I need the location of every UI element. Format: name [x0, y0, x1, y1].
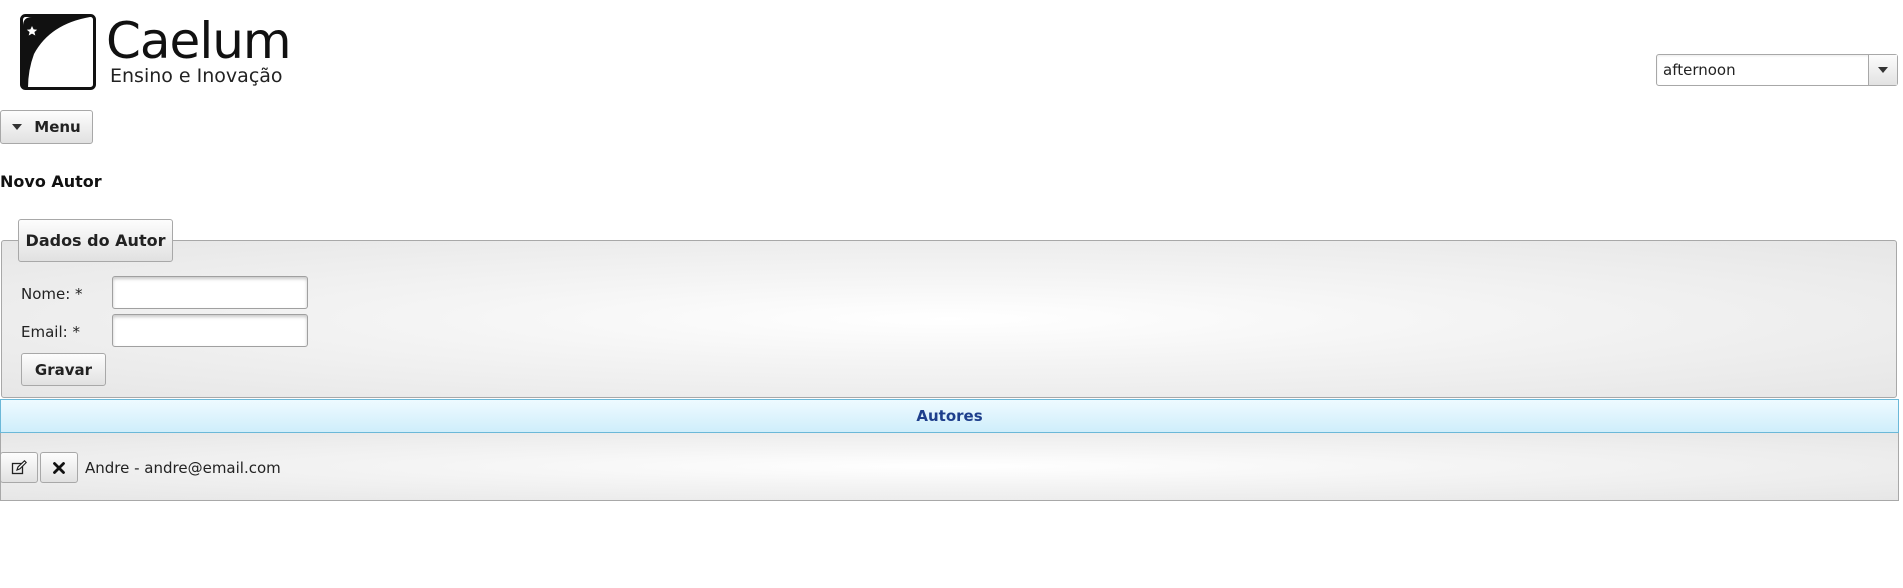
- caelum-logo-mark-icon: [20, 14, 96, 90]
- email-label: Email: *: [21, 323, 80, 341]
- edit-icon: [11, 459, 27, 474]
- logo-tagline: Ensino e Inovação: [110, 65, 283, 87]
- autores-panel-body: [0, 433, 1899, 501]
- nome-input[interactable]: [112, 276, 308, 309]
- fieldset-legend-toggle[interactable]: Dados do Autor: [18, 219, 173, 262]
- delete-author-button[interactable]: [40, 452, 78, 483]
- theme-select[interactable]: afternoon: [1656, 54, 1898, 86]
- menu-button-label: Menu: [34, 118, 81, 136]
- caelum-logo: Caelum Ensino e Inovação: [20, 12, 292, 90]
- nome-label: Nome: *: [21, 285, 83, 303]
- menu-button[interactable]: Menu: [0, 110, 93, 144]
- caret-down-icon: [12, 124, 23, 130]
- autores-panel-header: Autores: [0, 399, 1899, 433]
- close-icon: [53, 461, 65, 474]
- chevron-down-icon: [1878, 67, 1888, 73]
- edit-author-button[interactable]: [0, 452, 38, 483]
- gravar-button[interactable]: Gravar: [21, 353, 106, 386]
- email-input[interactable]: [112, 314, 308, 347]
- theme-select-trigger[interactable]: [1868, 55, 1897, 85]
- theme-select-value[interactable]: afternoon: [1657, 55, 1868, 85]
- page-title: Novo Autor: [0, 172, 102, 191]
- logo-name: Caelum: [106, 12, 292, 70]
- author-row-text: Andre - andre@email.com: [85, 459, 281, 477]
